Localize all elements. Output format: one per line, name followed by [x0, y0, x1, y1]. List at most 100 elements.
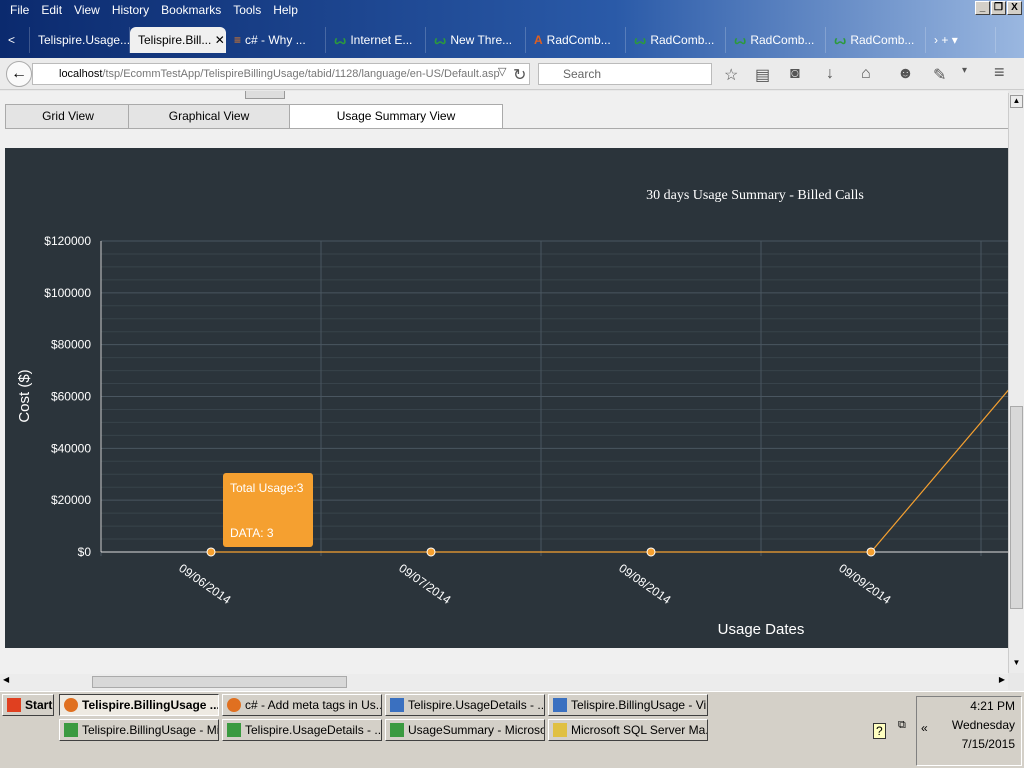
tab-label: New Thre...: [450, 33, 513, 47]
telerik-icon: ꙍ: [834, 33, 847, 47]
scroll-down-icon[interactable]: ▼: [1010, 658, 1023, 671]
csharp-project-icon: [64, 723, 78, 737]
tab[interactable]: ꙍ RadComb...: [626, 27, 726, 53]
taskbar-button[interactable]: Telispire.UsageDetails - ...: [385, 694, 545, 716]
menu-bookmarks[interactable]: Bookmarks: [155, 3, 227, 17]
show-hidden-icons[interactable]: «: [921, 719, 928, 738]
start-button[interactable]: Start: [2, 694, 54, 716]
scroll-right-icon[interactable]: ▶: [999, 675, 1005, 684]
bookmark-star-icon[interactable]: ☆: [724, 65, 738, 85]
taskbar-button[interactable]: Microsoft SQL Server Ma...: [548, 719, 708, 741]
menu-file[interactable]: File: [4, 3, 35, 17]
tab[interactable]: ꙍ New Thre...: [426, 27, 526, 53]
y-tick-label: $60000: [51, 390, 91, 404]
tab[interactable]: ꙍ Internet E...: [326, 27, 426, 53]
data-point: [426, 547, 436, 557]
tab[interactable]: ≡ c# - Why ...: [226, 27, 326, 53]
search-placeholder: Search: [563, 67, 602, 81]
url-host: localhost: [59, 68, 103, 80]
tooltip: Total Usage:3 DATA: 3: [223, 473, 313, 547]
tab-label: Usage Summary View: [336, 109, 456, 123]
tab-grid-view[interactable]: Grid View: [5, 104, 131, 128]
taskbar-label: Microsoft SQL Server Ma...: [571, 723, 708, 737]
menu-view[interactable]: View: [68, 3, 106, 17]
tab-label: Telispire.Bill...: [138, 33, 212, 47]
taskbar-button[interactable]: UsageSummary - Microso...: [385, 719, 545, 741]
vertical-scroll-thumb[interactable]: [1010, 406, 1023, 609]
minimize-button[interactable]: _: [975, 1, 990, 15]
horizontal-scroll-thumb[interactable]: [92, 676, 347, 688]
clock-day: Wednesday: [951, 718, 1015, 732]
chart-svg: 30 days Usage Summary - Billed Calls Usa…: [16, 188, 1008, 638]
menu-tools[interactable]: Tools: [227, 3, 267, 17]
tooltip-line1: Total Usage:3: [230, 481, 304, 495]
menu-help[interactable]: Help: [267, 3, 304, 17]
telerik-icon: ꙍ: [734, 33, 747, 47]
firefox-icon: [227, 698, 241, 712]
hamburger-menu-icon[interactable]: ≡: [994, 62, 1005, 83]
tab-label: RadComb...: [546, 33, 611, 47]
home-icon[interactable]: ⌂: [861, 65, 871, 83]
collapse-handle[interactable]: [245, 91, 285, 99]
tab-label: RadComb...: [850, 33, 915, 47]
x-tick-label: 09/08/2014: [616, 561, 673, 607]
x-axis-label: Usage Dates: [718, 621, 805, 638]
scroll-left-icon[interactable]: ◀: [3, 675, 9, 684]
taskbar-button[interactable]: Telispire.UsageDetails - ...: [222, 719, 382, 741]
back-button[interactable]: ←: [6, 61, 32, 87]
y-tick-label: $80000: [51, 338, 91, 352]
taskbar-button[interactable]: Telispire.BillingUsage - Mi...: [59, 719, 219, 741]
taskbar-label: c# - Add meta tags in Us...: [245, 698, 382, 712]
tab-scroll-right-icon[interactable]: ›: [934, 33, 938, 47]
tab-graphical-view[interactable]: Graphical View: [128, 104, 290, 128]
extension-dropdown-icon[interactable]: ▾: [962, 65, 967, 76]
tab[interactable]: Telispire.Usage...: [30, 27, 130, 53]
usage-chart: 30 days Usage Summary - Billed Calls Usa…: [5, 148, 1008, 648]
extension-icon[interactable]: ✎: [933, 65, 946, 85]
reload-icon[interactable]: ↻: [513, 65, 526, 85]
tab[interactable]: ꙍ RadComb...: [726, 27, 826, 53]
taskbar-button[interactable]: c# - Add meta tags in Us...: [222, 694, 382, 716]
smiley-icon[interactable]: ☻: [897, 65, 914, 83]
taskbar-button[interactable]: Telispire.BillingUsage - Vi...: [548, 694, 708, 716]
tab-scroll-left-icon[interactable]: <: [0, 27, 30, 53]
clock-time: 4:21 PM: [970, 699, 1015, 713]
download-icon[interactable]: ↓: [826, 65, 834, 83]
close-tab-icon[interactable]: ✕: [215, 33, 225, 47]
url-bar[interactable]: localhost/tsp/EcommTestApp/TelispireBill…: [32, 63, 530, 85]
help-icon[interactable]: ?: [873, 723, 886, 739]
tab[interactable]: ꙍ RadComb...: [826, 27, 926, 53]
new-tab-icon[interactable]: +: [941, 33, 948, 47]
data-point: [866, 547, 876, 557]
tab-active[interactable]: Telispire.Bill... ✕: [130, 27, 226, 53]
taskbar-label: Telispire.BillingUsage ...: [82, 698, 219, 712]
close-button[interactable]: X: [1007, 1, 1022, 15]
tab-label: Internet E...: [350, 33, 413, 47]
tab[interactable]: A RadComb...: [526, 27, 626, 53]
taskbar-label: Telispire.BillingUsage - Vi...: [571, 698, 708, 712]
horizontal-scrollbar[interactable]: ◀ ▶: [0, 674, 1008, 690]
y-tick-label: $0: [78, 545, 92, 559]
menu-history[interactable]: History: [106, 3, 155, 17]
tab-usage-summary-view[interactable]: Usage Summary View: [289, 104, 503, 128]
restore-button[interactable]: ❐: [991, 1, 1006, 15]
taskbar-button[interactable]: Telispire.BillingUsage ...: [59, 694, 219, 716]
y-tick-label: $120000: [44, 234, 91, 248]
y-tick-label: $100000: [44, 286, 91, 300]
toolbar-restore-icon[interactable]: ⧉: [898, 719, 906, 732]
y-axis-label: Cost ($): [16, 369, 33, 422]
search-input[interactable]: Search: [538, 63, 712, 85]
reading-list-icon[interactable]: ▤: [755, 65, 770, 85]
tab-divider: [5, 128, 1008, 129]
tab-list-icon[interactable]: ▾: [952, 33, 958, 47]
taskbar-label: Telispire.BillingUsage - Mi...: [82, 723, 219, 737]
dropdown-icon[interactable]: ▽: [498, 65, 506, 78]
taskbar-label: Telispire.UsageDetails - ...: [408, 698, 545, 712]
vertical-scrollbar[interactable]: ▲ ▼: [1008, 93, 1024, 673]
menu-edit[interactable]: Edit: [35, 3, 68, 17]
pocket-icon[interactable]: ◙: [790, 65, 800, 83]
taskbar: Start Telispire.BillingUsage ... c# - Ad…: [0, 691, 1024, 768]
stackoverflow-icon: ≡: [234, 33, 242, 47]
data-point: [206, 547, 216, 557]
scroll-up-icon[interactable]: ▲: [1010, 95, 1023, 108]
